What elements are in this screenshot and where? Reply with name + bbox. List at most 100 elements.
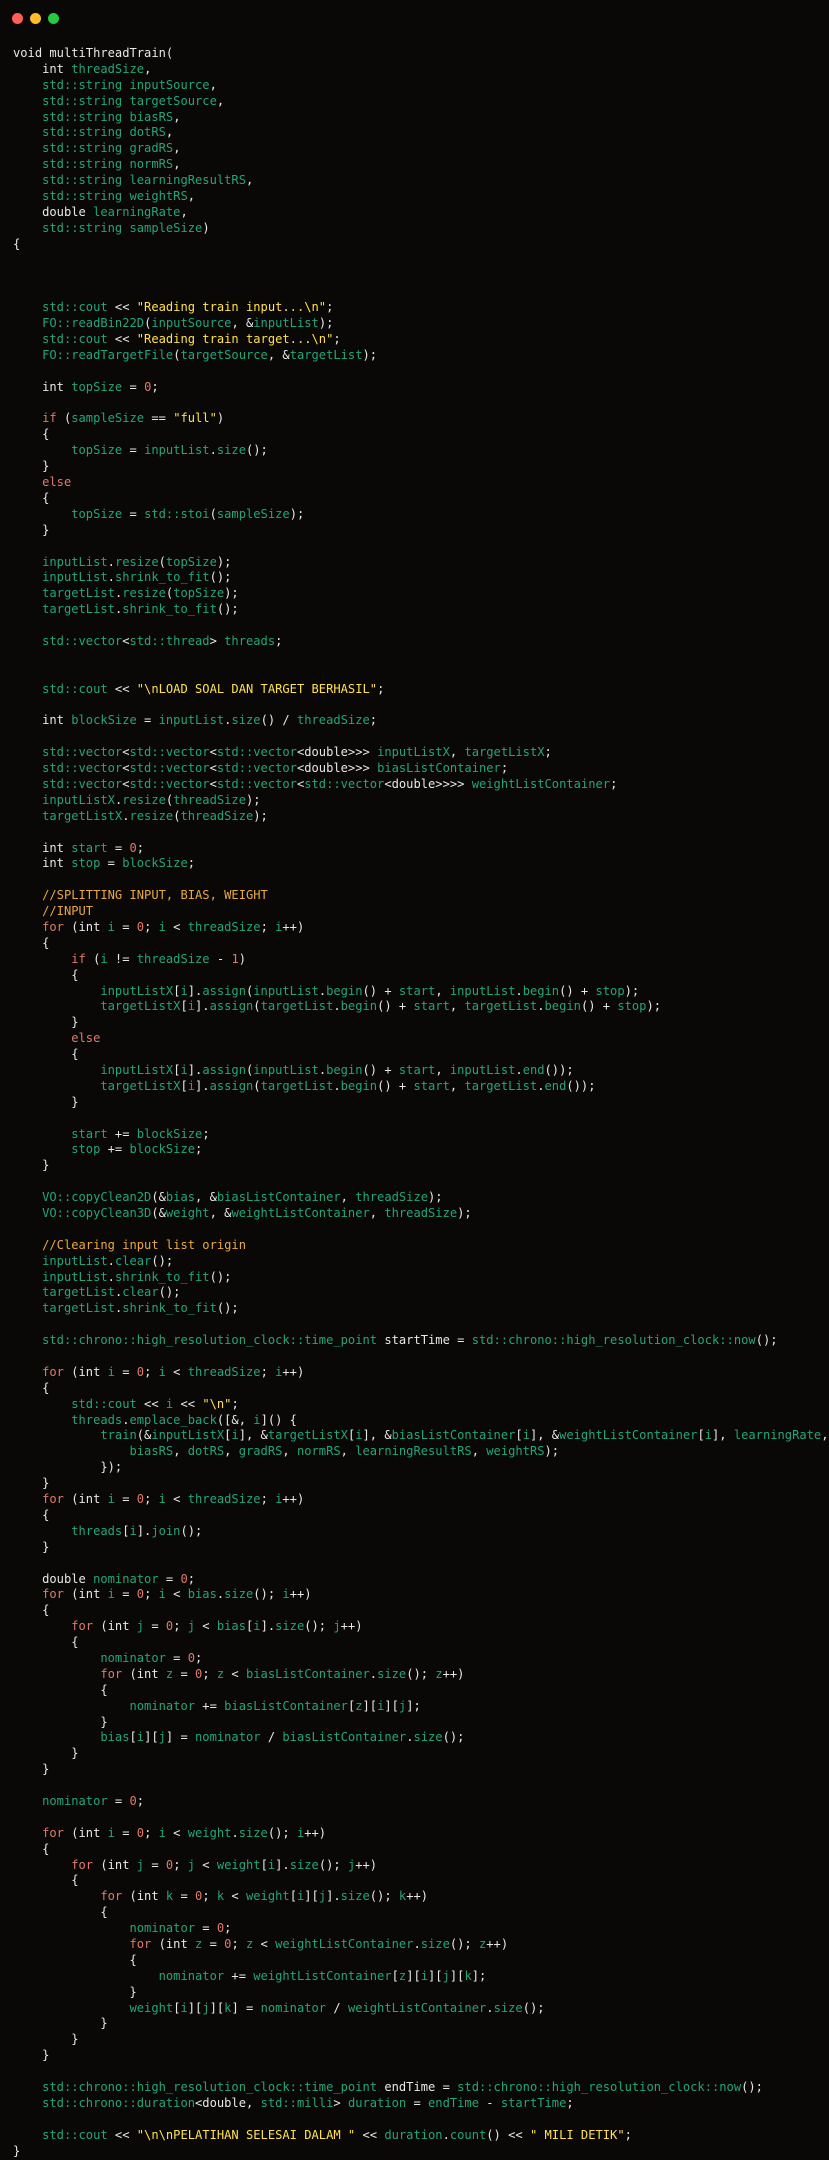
code-token: i	[107, 1492, 115, 1507]
code-token: =	[114, 1825, 137, 1840]
code-token: blockSize	[129, 1142, 196, 1157]
code-line: std::string gradRS,	[13, 141, 829, 157]
code-token: <<	[173, 1396, 203, 1411]
code-token: weightListContainer	[347, 2000, 487, 2015]
code-token: duration	[347, 2095, 407, 2110]
code-token: ,	[369, 1206, 385, 1221]
code-token: =	[114, 919, 137, 934]
code-token: for	[13, 1619, 94, 1634]
code-token: std::vector	[13, 776, 123, 791]
code-token: ++)	[355, 1857, 378, 1872]
code-token: resize	[129, 808, 174, 823]
code-token: std::vector	[216, 745, 297, 760]
code-token: {	[13, 1841, 50, 1856]
code-token: (int	[63, 1825, 108, 1840]
code-line: train(&inputListX[i], &targetListX[i], &…	[13, 1428, 829, 1444]
code-token: "\n\nPELATIHAN SELESAI DALAM "	[136, 2127, 356, 2142]
code-token: {	[13, 1047, 79, 1062]
code-line: inputList.shrink_to_fit();	[13, 1270, 829, 1286]
code-token: std::chrono::high_resolution_clock::time…	[13, 2080, 378, 2094]
code-token: ;	[231, 1936, 246, 1951]
code-token: j	[333, 1619, 341, 1634]
code-token: std::cout	[13, 332, 108, 347]
code-line: FO::readTargetFile(targetSource, &target…	[13, 348, 829, 364]
minimize-dot-icon[interactable]	[30, 13, 41, 24]
code-token: 0	[129, 840, 137, 855]
maximize-dot-icon[interactable]	[48, 13, 59, 24]
code-line: else	[13, 475, 829, 491]
code-token: stop	[13, 1142, 101, 1157]
code-token: {	[13, 1682, 108, 1697]
code-token: ;	[224, 1921, 232, 1936]
code-token: inputList	[253, 983, 319, 998]
code-token: , &	[195, 1190, 217, 1205]
code-line: std::cout << i << "\n";	[13, 1397, 829, 1413]
code-token: [	[391, 1968, 399, 1983]
code-token: threadSize	[71, 61, 145, 76]
code-token: std::string sampleSize	[13, 220, 203, 235]
code-token: <	[224, 1889, 246, 1904]
code-token: {	[13, 1952, 137, 1967]
code-token: i	[187, 1078, 196, 1093]
code-token: /	[326, 2000, 348, 2015]
code-line: int start = 0;	[13, 841, 829, 857]
code-token: ,	[821, 1428, 829, 1443]
code-token: (	[253, 1078, 261, 1093]
code-token: ,	[180, 204, 188, 219]
code-token: threads	[13, 1412, 123, 1427]
code-token: <	[165, 1587, 188, 1602]
code-token: 0	[136, 1364, 145, 1379]
code-token: i	[158, 1825, 166, 1840]
code-token: gradRS	[238, 1444, 283, 1459]
close-dot-icon[interactable]	[12, 13, 23, 24]
code-token: >	[333, 2095, 348, 2110]
code-window: void multiThreadTrain( int threadSize, s…	[0, 0, 829, 2160]
code-line: targetList.shrink_to_fit();	[13, 1301, 829, 1317]
code-token: .	[107, 570, 115, 585]
code-token: blockSize	[136, 1126, 203, 1141]
code-token: i	[253, 1619, 261, 1634]
code-line: topSize = inputList.size();	[13, 443, 829, 459]
code-block: void multiThreadTrain( int threadSize, s…	[13, 46, 829, 2159]
code-token: end	[544, 1078, 567, 1093]
code-token: j	[318, 1889, 327, 1904]
code-line: }	[13, 523, 829, 539]
code-token: ;	[144, 1587, 159, 1602]
code-token: size	[231, 713, 261, 728]
code-token: std::vector	[13, 761, 123, 776]
code-token: {	[13, 1507, 50, 1522]
code-line: });	[13, 1460, 829, 1476]
code-token: ++)	[282, 1364, 305, 1379]
code-token: int	[13, 856, 72, 871]
code-line: }	[13, 1985, 829, 2001]
code-line: std::vector<std::vector<std::vector<std:…	[13, 777, 829, 793]
code-line: int threadSize,	[13, 62, 829, 78]
code-token: =	[122, 379, 145, 394]
code-token: //Clearing input list origin	[13, 1237, 246, 1252]
code-token: join	[151, 1523, 181, 1538]
code-token: weight	[246, 1889, 290, 1904]
code-token: <<	[107, 2127, 137, 2142]
code-line: weight[i][j][k] = nominator / weightList…	[13, 2001, 829, 2017]
code-token: <double,	[195, 2095, 261, 2110]
code-token: shrink_to_fit	[114, 1269, 210, 1284]
code-token: learningResultRS	[355, 1444, 472, 1459]
code-token: .	[107, 1253, 115, 1268]
code-token: start	[398, 983, 436, 998]
code-token: ([&,	[216, 1412, 254, 1427]
code-token: =	[100, 856, 123, 871]
code-line: VO::copyClean2D(&bias, &biasListContaine…	[13, 1190, 829, 1206]
code-token: learningRate	[733, 1428, 822, 1443]
code-token: ;	[369, 713, 378, 728]
code-line: inputListX.resize(threadSize);	[13, 793, 829, 809]
code-token: [	[289, 1889, 297, 1904]
code-token: j	[187, 1619, 196, 1634]
code-token: -	[479, 2095, 501, 2110]
code-token: 0	[136, 1492, 145, 1507]
code-token: weightListContainer	[231, 1206, 370, 1221]
code-token: [	[180, 999, 188, 1014]
code-token: }	[13, 1714, 108, 1729]
code-line: for (int z = 0; z < weightListContainer.…	[13, 1937, 829, 1953]
